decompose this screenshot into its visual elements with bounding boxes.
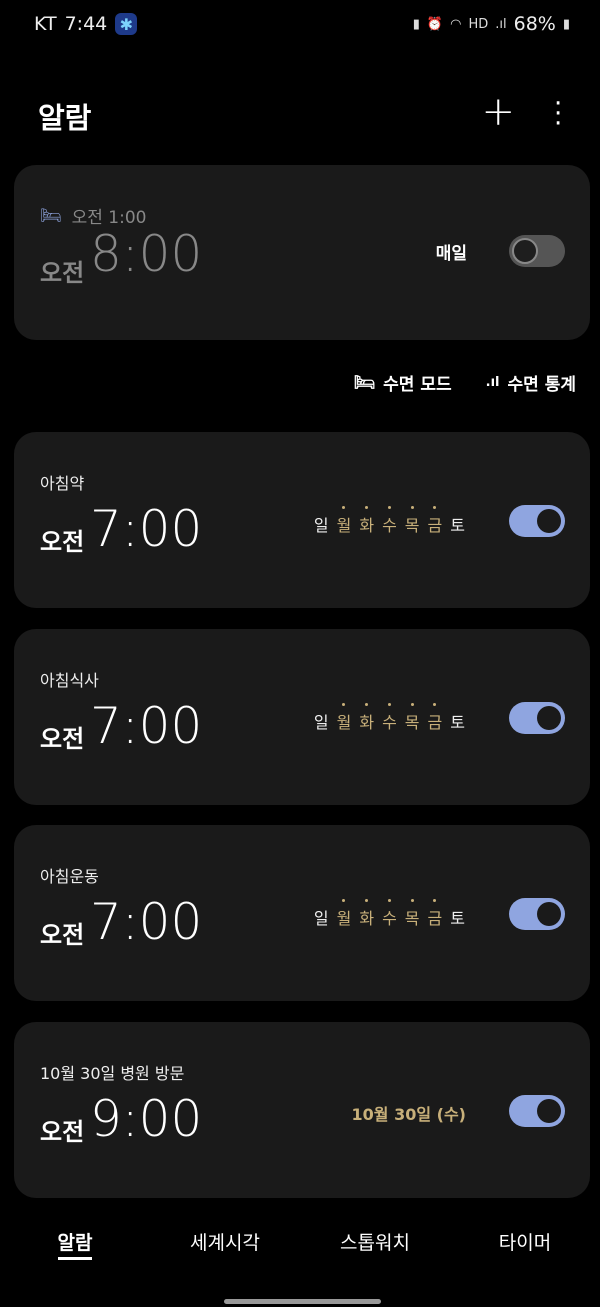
alarm-toggle[interactable]	[509, 702, 565, 734]
day-6: 토	[450, 516, 465, 535]
tab-stopwatch[interactable]: 스톱워치	[300, 1228, 450, 1255]
day-2: 화	[359, 899, 374, 929]
repeat-days: 일월화수목금토	[313, 703, 465, 733]
sleep-stats-link[interactable]: .ıl 수면 통계	[486, 370, 576, 395]
day-4: 목	[405, 703, 420, 733]
add-alarm-button[interactable]: +	[481, 89, 515, 135]
day-2: 화	[359, 703, 374, 733]
day-5: 금	[428, 506, 442, 536]
day-0: 일	[313, 516, 329, 535]
day-0: 일	[313, 909, 329, 928]
day-3: 수	[382, 506, 397, 536]
alarm-time: 8:00	[90, 225, 203, 283]
repeat-days: 일월화수목금토	[313, 506, 465, 536]
alarm-ampm: 오전	[40, 921, 85, 949]
bed-icon: 🛏	[353, 372, 376, 393]
battery-percent: 68%	[513, 13, 556, 35]
hd-voice-icon: HD	[468, 16, 489, 32]
signal-icon: .ıl	[495, 16, 507, 32]
alarm-ampm: 오전	[40, 725, 85, 753]
app-header: 알람 + · · ·	[38, 89, 570, 140]
more-options-button[interactable]: · · ·	[554, 91, 562, 137]
tab-alarm[interactable]: 알람	[0, 1228, 150, 1260]
clock: 7:44	[64, 13, 108, 35]
home-indicator[interactable]	[224, 1299, 381, 1304]
alarm-time: 7:00	[90, 500, 203, 558]
day-4: 목	[405, 899, 420, 929]
alarm-icon: ⏰	[426, 16, 444, 32]
alarm-label: 10월 30일 병원 방문	[40, 1064, 185, 1083]
tab-world-clock[interactable]: 세계시각	[150, 1228, 300, 1255]
wifi-icon: ◠	[450, 16, 462, 32]
alarm-toggle[interactable]	[509, 898, 565, 930]
status-bar: KT 7:44 ✱ ▮ ⏰ ◠ HD .ıl 68% ▮	[0, 0, 600, 50]
alarm-time: 7:00	[90, 893, 203, 951]
repeat-days: 일월화수목금토	[313, 899, 465, 929]
battery-icon: ▮	[562, 16, 570, 32]
bedtime-card[interactable]: 🛏 오전 1:00 오전 8:00 매일	[14, 165, 590, 340]
day-3: 수	[382, 703, 397, 733]
day-5: 금	[428, 703, 442, 733]
day-2: 화	[359, 506, 374, 536]
day-1: 월	[337, 899, 351, 929]
bottom-nav: 알람 세계시각 스톱워치 타이머	[0, 1228, 600, 1260]
bed-icon: 🛏	[40, 205, 62, 226]
alarm-label: 아침운동	[40, 867, 99, 886]
alarm-card[interactable]: 아침운동 오전 7:00 일월화수목금토	[14, 825, 590, 1001]
alarm-time: 7:00	[90, 697, 203, 755]
day-0: 일	[313, 713, 329, 732]
alarm-time: 9:00	[90, 1090, 203, 1148]
day-3: 수	[382, 899, 397, 929]
alarm-card[interactable]: 아침식사 오전 7:00 일월화수목금토	[14, 629, 590, 805]
alarm-ampm: 오전	[40, 259, 85, 287]
day-6: 토	[450, 713, 465, 732]
tab-timer[interactable]: 타이머	[450, 1228, 600, 1255]
alarm-ampm: 오전	[40, 528, 85, 556]
alarm-card[interactable]: 10월 30일 병원 방문 오전 9:00 10월 30일 (수)	[14, 1022, 590, 1198]
day-1: 월	[337, 703, 351, 733]
alarm-card[interactable]: 아침약 오전 7:00 일월화수목금토	[14, 432, 590, 608]
sleep-mode-link[interactable]: 🛏 수면 모드	[353, 370, 452, 396]
day-1: 월	[337, 506, 351, 536]
alarm-toggle[interactable]	[509, 1095, 565, 1127]
repeat-label: 매일	[435, 244, 467, 264]
alarm-label: 아침약	[40, 474, 85, 493]
day-4: 목	[405, 506, 420, 536]
bar-chart-icon: .ıl	[485, 375, 500, 390]
app-notification-icon: ✱	[115, 13, 138, 35]
alarm-date: 10월 30일 (수)	[351, 1105, 466, 1124]
alarm-label: 아침식사	[40, 671, 99, 690]
day-6: 토	[450, 909, 465, 928]
bedtime-toggle[interactable]	[509, 235, 565, 267]
carrier: KT	[34, 13, 57, 35]
alarm-ampm: 오전	[40, 1118, 85, 1146]
day-5: 금	[428, 899, 442, 929]
alarm-toggle[interactable]	[509, 505, 565, 537]
battery-saver-icon: ▮	[412, 16, 420, 32]
